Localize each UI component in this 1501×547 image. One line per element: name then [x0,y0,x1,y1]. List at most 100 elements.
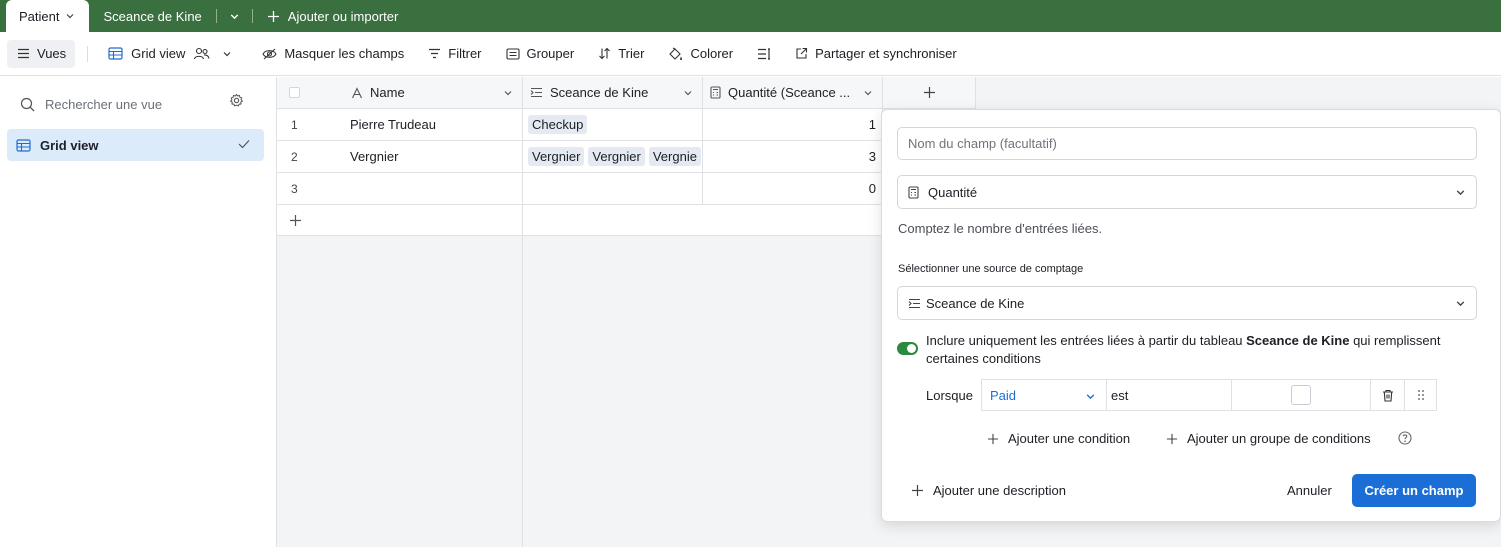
linked-record-chip[interactable]: Vergnier [528,147,585,166]
field-name-input[interactable] [908,136,1448,151]
column-header-quantite[interactable]: Quantité (Sceance ... [703,77,883,109]
linked-record-chip[interactable]: Vergnier [588,147,645,166]
external-share-icon [796,47,808,59]
row-height-icon [758,47,771,60]
add-or-import-button[interactable]: Ajouter ou importer [253,0,413,32]
field-name-wrapper [897,127,1477,160]
count-source-select[interactable]: Sceance de Kine [897,286,1477,320]
include-text-prefix: Inclure uniquement les entrées liées à p… [926,333,1247,348]
row-height-button[interactable] [749,40,779,68]
view-settings-button[interactable] [229,93,244,108]
row-number: 3 [291,181,298,196]
tab-sceance-de-kine[interactable]: Sceance de Kine [89,0,215,32]
sidebar-view-grid[interactable]: Grid view [7,129,264,161]
current-view-name: Grid view [131,46,186,61]
column-header-sceance[interactable]: Sceance de Kine [523,77,703,109]
linked-record-icon [908,298,920,308]
tab-patient-label: Patient [19,8,60,24]
name-header-label-group: Name [351,85,405,100]
create-field-button[interactable]: Créer un champ [1352,474,1476,507]
chevron-down-icon [684,91,692,96]
grid-view-icon [108,47,123,60]
color-label: Colorer [690,46,734,61]
view-switcher[interactable]: Grid view [100,40,240,68]
add-condition-group-button[interactable]: Ajouter un groupe de conditions [1166,431,1371,446]
sceance-header-label-group: Sceance de Kine [530,85,648,100]
delete-condition-button[interactable] [1370,379,1405,411]
gear-icon [230,93,243,107]
column-header-name[interactable]: Name [277,77,523,109]
condition-value-checkbox[interactable] [1291,385,1311,405]
search-icon [20,97,35,111]
linked-record-icon [530,87,542,98]
tab-patient[interactable]: Patient [6,0,90,32]
select-all-checkbox[interactable] [289,87,300,98]
views-label: Vues [37,46,67,61]
conditions-toggle[interactable] [897,342,918,355]
group-label: Grouper [526,46,575,61]
quantite-header-label: Quantité (Sceance ... [728,85,851,100]
hamburger-icon [18,48,29,59]
row-number: 2 [291,149,298,164]
condition-value-field [1231,379,1371,411]
plus-icon [290,214,301,226]
linked-record-chip[interactable]: Checkup [528,115,588,134]
text-field-icon [352,86,362,98]
linked-records-cell[interactable]: Checkup [523,109,703,141]
tab-sceance-label: Sceance de Kine [103,8,202,24]
drag-condition-handle[interactable] [1404,379,1437,411]
hide-fields-button[interactable]: Masquer les champs [254,40,412,68]
chevron-down-icon [1086,394,1095,400]
color-button[interactable]: Colorer [660,40,741,68]
linked-records-cell[interactable] [523,173,703,205]
cancel-button[interactable]: Annuler [1287,483,1332,498]
add-row-button[interactable] [277,205,523,236]
add-field-button[interactable] [883,77,976,109]
calculator-icon [710,86,721,99]
include-text-table: Sceance de Kine [1246,333,1350,348]
quantity-value: 0 [868,181,876,196]
plus-icon [1166,433,1178,444]
paint-bucket-icon [669,47,683,60]
name-cell[interactable]: Vergnier [350,149,398,164]
collaborative-view-icon [194,47,210,60]
sort-button[interactable]: Trier [590,40,652,68]
name-cell[interactable]: Pierre Trudeau [350,117,436,132]
table-row[interactable]: 1 Pierre Trudeau [277,109,523,141]
add-condition-button[interactable]: Ajouter une condition [987,431,1130,446]
grid-view-icon [16,138,31,152]
quantite-header-label-group: Quantité (Sceance ... [710,85,850,100]
chevron-down-icon [1456,190,1465,196]
table-row[interactable]: 3 [277,173,523,205]
quantity-cell[interactable]: 3 [703,141,883,173]
quantity-cell[interactable]: 0 [703,173,883,205]
condition-row: Lorsque Paid est [926,379,1437,411]
all-tables-dropdown[interactable] [217,0,252,32]
frozen-column-divider [522,236,523,547]
quantity-value: 3 [868,149,876,164]
field-type-select[interactable]: Quantité [897,175,1477,209]
condition-operator-select[interactable]: est [1106,379,1232,411]
condition-field-select[interactable]: Paid [981,379,1107,411]
search-view-input[interactable] [45,96,215,112]
add-or-import-label: Ajouter ou importer [287,8,399,24]
filter-button[interactable]: Filtrer [420,40,489,68]
table-row[interactable]: 2 Vergnier [277,141,523,173]
linked-record-chip[interactable]: Vergnie [648,147,701,166]
chevron-down-icon [223,51,231,56]
linked-records-cell[interactable]: Vergnier Vergnier Vergnie [523,141,703,173]
help-button[interactable] [1398,431,1412,445]
create-field-label: Créer un champ [1364,483,1464,498]
group-button[interactable]: Grouper [498,40,583,68]
quantity-cell[interactable]: 1 [703,109,883,141]
drag-handle-icon [1417,390,1424,400]
add-description-button[interactable]: Ajouter une description [911,483,1066,498]
add-row-strip[interactable] [523,205,883,236]
condition-field-value: Paid [990,387,1017,403]
share-and-sync-button[interactable]: Partager et synchroniser [787,40,965,68]
chevron-down-icon [864,91,872,96]
condition-when-label: Lorsque [926,387,973,403]
toolbar-divider [87,45,89,62]
views-toggle-button[interactable]: Vues [7,39,76,68]
row-number: 1 [291,117,298,132]
